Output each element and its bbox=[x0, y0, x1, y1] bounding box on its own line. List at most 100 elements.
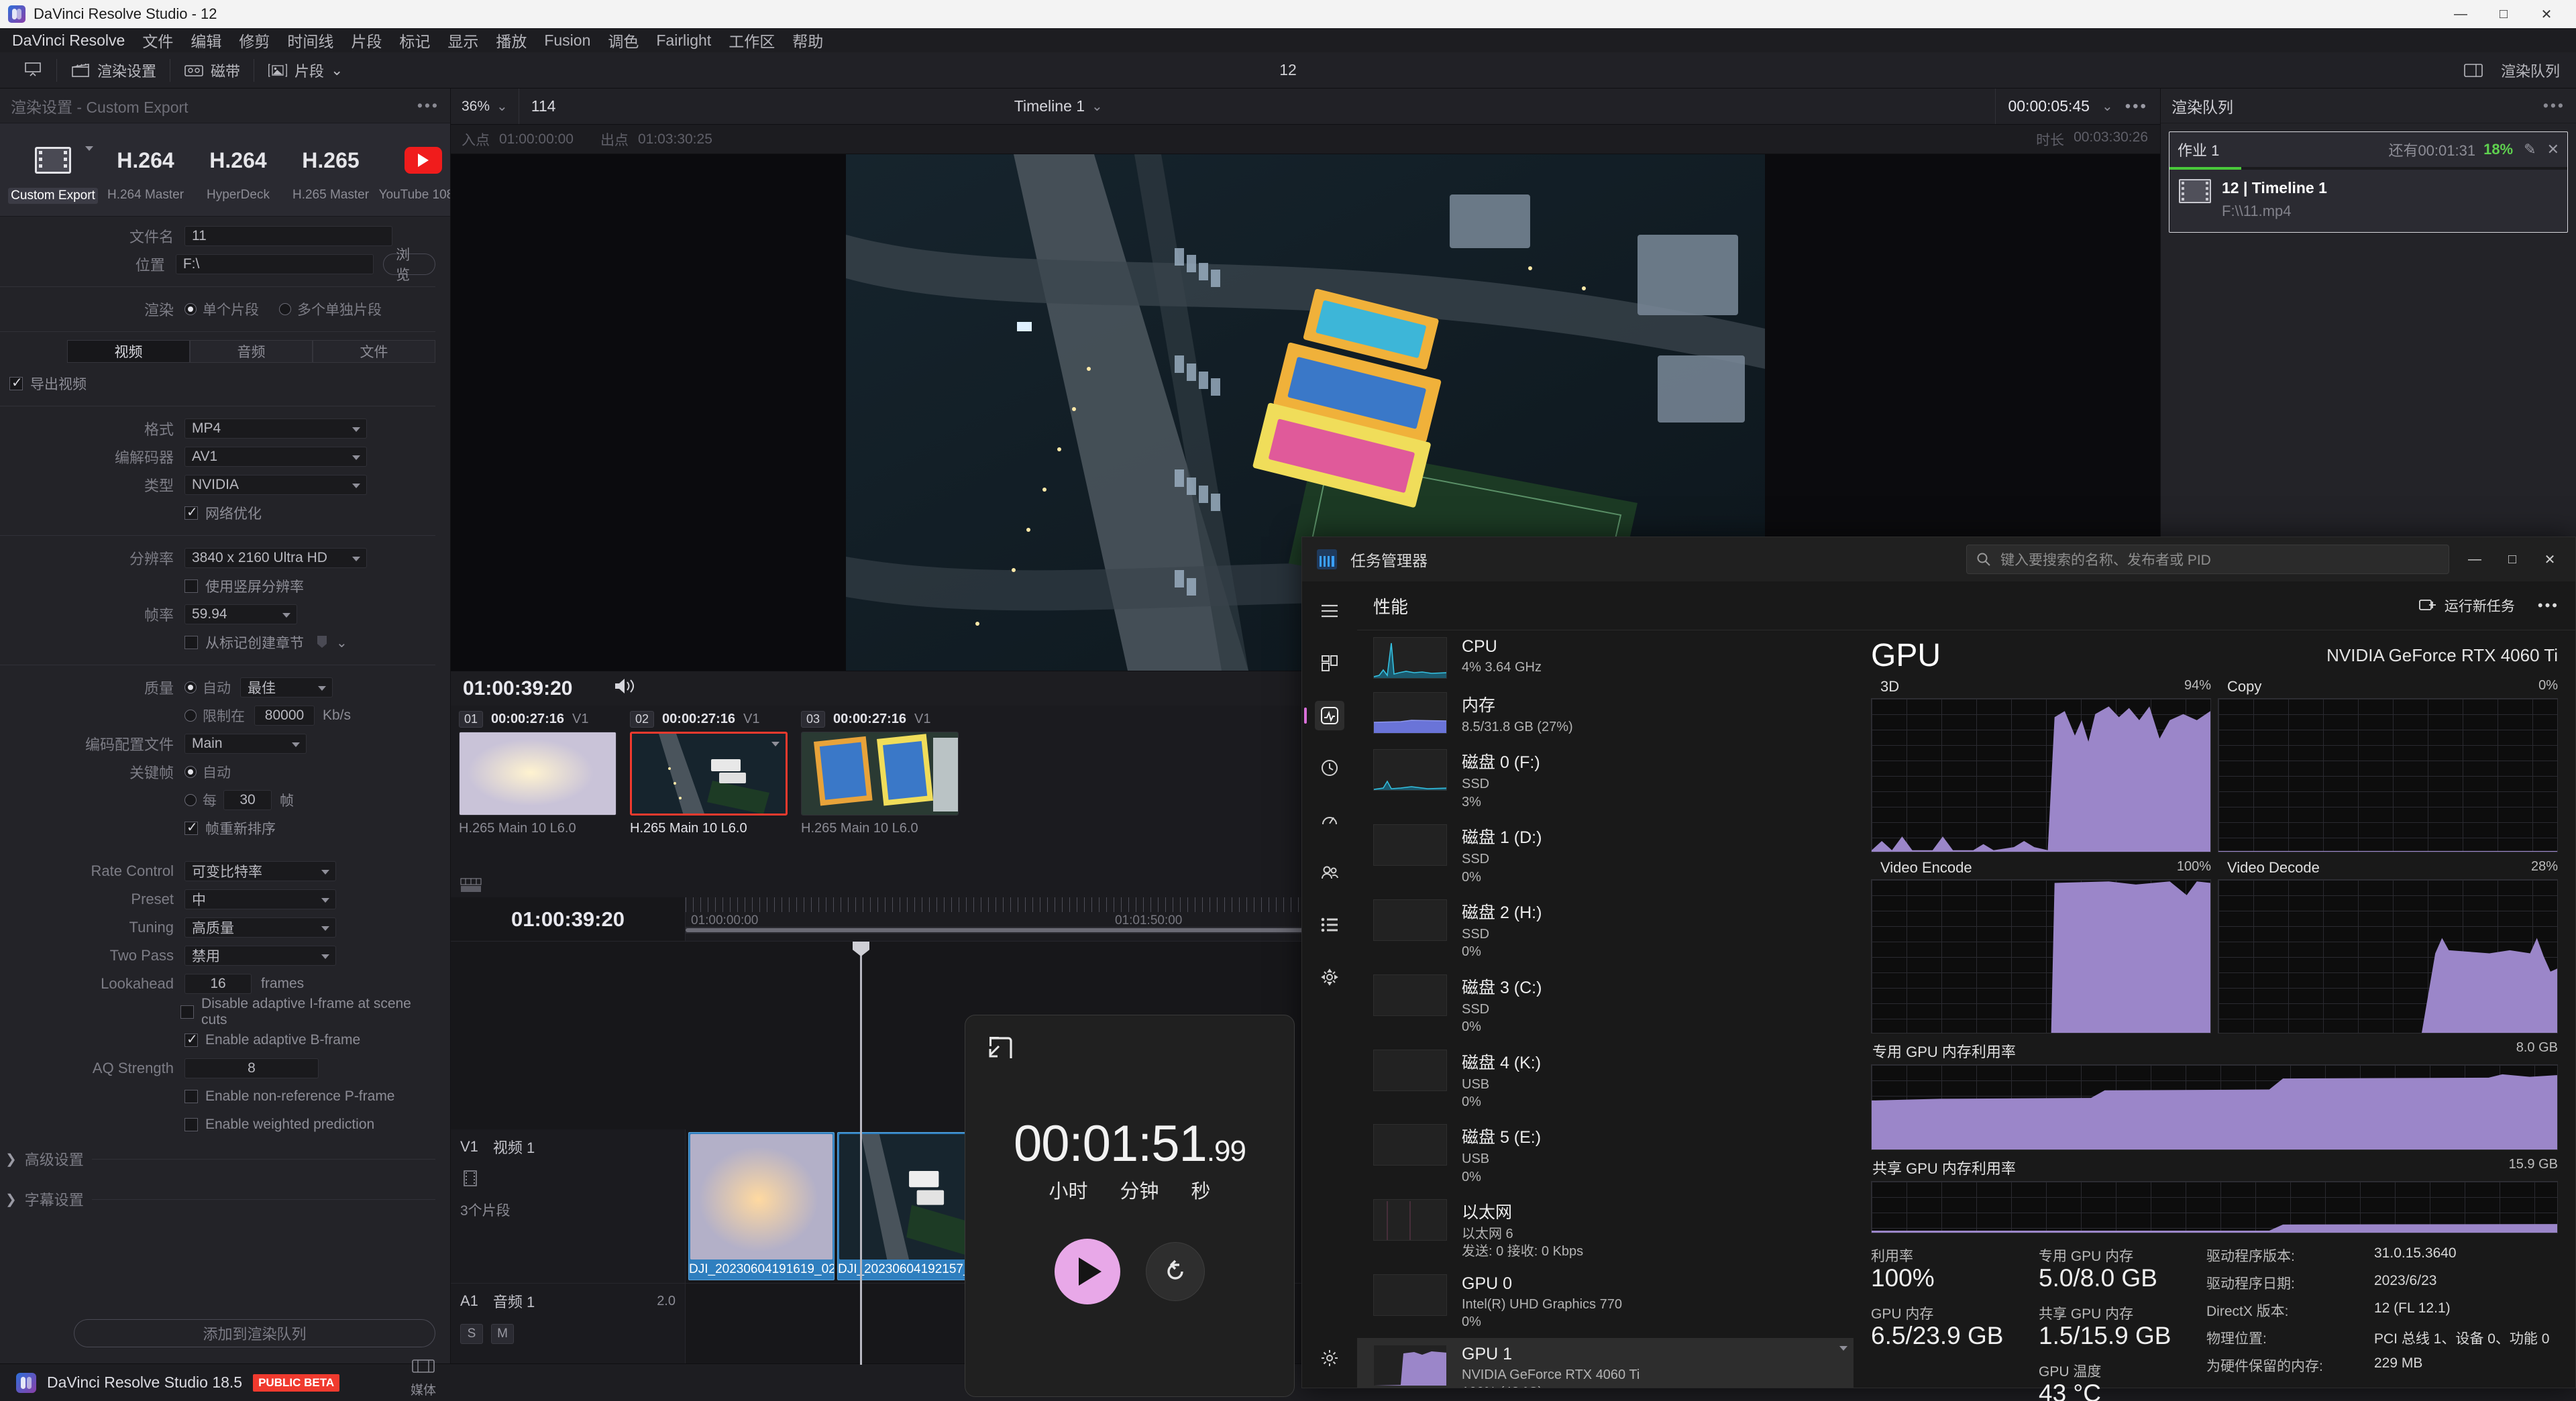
tape-button[interactable]: 磁带 bbox=[170, 52, 254, 88]
menu-item-file[interactable]: 文件 bbox=[142, 29, 173, 52]
two-pass-select[interactable]: 禁用 bbox=[184, 946, 336, 966]
timeline-clip[interactable]: DJI_20230604191619_02... bbox=[688, 1132, 835, 1280]
adaptive-bframe-checkbox[interactable] bbox=[184, 1031, 198, 1048]
render-queue-toggle-label[interactable]: 渲染队列 bbox=[2501, 60, 2560, 81]
settings-gear-icon[interactable] bbox=[1315, 1343, 1344, 1373]
menu-item-workspace[interactable]: 工作区 bbox=[729, 29, 775, 52]
quality-auto-select[interactable]: 最佳 bbox=[240, 677, 333, 697]
menu-item-fairlight[interactable]: Fairlight bbox=[656, 32, 711, 50]
disable-adaptive-iframe-checkbox[interactable] bbox=[180, 1005, 195, 1019]
close-button[interactable]: ✕ bbox=[2531, 544, 2569, 575]
bitrate-input[interactable]: 80000 bbox=[254, 706, 315, 726]
zoom-control[interactable]: 36% ⌄ bbox=[451, 89, 519, 124]
reset-button[interactable] bbox=[1146, 1242, 1205, 1301]
menu-item-timeline[interactable]: 时间线 bbox=[287, 29, 333, 52]
tab-audio[interactable]: 音频 bbox=[190, 340, 313, 363]
device-disk-2[interactable]: 磁盘 2 (H:) SSD 0% bbox=[1357, 893, 1854, 968]
advanced-settings-section[interactable]: ❯ 高级设置 bbox=[0, 1139, 450, 1179]
clip-thumbnail[interactable] bbox=[459, 732, 616, 816]
menu-item-trim[interactable]: 修剪 bbox=[239, 29, 270, 52]
stopwatch-widget[interactable]: 00:01:51.99 小时 分钟 秒 bbox=[965, 1015, 1295, 1397]
sidebar-item-users[interactable] bbox=[1315, 858, 1344, 887]
viewer-options-icon[interactable]: ••• bbox=[2125, 97, 2148, 116]
lookahead-input[interactable]: 16 bbox=[184, 974, 252, 994]
list-item[interactable]: 01 00:00:27:16 V1 H.265 Main 10 L6.0 bbox=[459, 711, 616, 873]
chevron-down-icon[interactable]: ⌄ bbox=[2102, 98, 2113, 115]
type-select[interactable]: NVIDIA bbox=[184, 475, 367, 495]
run-new-task-button[interactable]: 运行新任务 bbox=[2418, 596, 2515, 616]
keyframe-interval-input[interactable]: 30 bbox=[223, 790, 272, 810]
video-track-header[interactable]: V1 视频 1 3个片段 bbox=[451, 1129, 686, 1284]
render-settings-options-icon[interactable]: ••• bbox=[417, 97, 439, 115]
timeline-view-icon[interactable] bbox=[460, 878, 482, 893]
device-disk-0[interactable]: 磁盘 0 (F:) SSD 3% bbox=[1357, 742, 1854, 818]
render-queue-options-icon[interactable]: ••• bbox=[2543, 97, 2565, 115]
resolution-select[interactable]: 3840 x 2160 Ultra HD bbox=[184, 548, 367, 568]
rate-control-select[interactable]: 可变比特率 bbox=[184, 861, 336, 881]
menu-item-mark[interactable]: 标记 bbox=[399, 29, 430, 52]
device-disk-5[interactable]: 磁盘 5 (E:) USB 0% bbox=[1357, 1117, 1854, 1192]
device-gpu-0[interactable]: GPU 0 Intel(R) UHD Graphics 770 0% bbox=[1357, 1268, 1854, 1338]
profile-select[interactable]: Main bbox=[184, 734, 307, 754]
play-button[interactable] bbox=[1055, 1239, 1120, 1304]
maximize-button[interactable]: □ bbox=[2493, 544, 2531, 575]
device-disk-3[interactable]: 磁盘 3 (C:) SSD 0% bbox=[1357, 968, 1854, 1043]
subtitle-settings-section[interactable]: ❯ 字幕设置 bbox=[0, 1179, 450, 1219]
sidebar-item-startup-apps[interactable] bbox=[1315, 805, 1344, 835]
format-select[interactable]: MP4 bbox=[184, 418, 367, 439]
sidebar-item-app-history[interactable] bbox=[1315, 753, 1344, 783]
task-manager-more-icon[interactable]: ••• bbox=[2538, 597, 2559, 614]
network-optimization-checkbox[interactable] bbox=[184, 504, 198, 520]
encoder-preset-select[interactable]: 中 bbox=[184, 889, 336, 909]
framerate-select[interactable]: 59.94 bbox=[184, 604, 297, 624]
tuning-select[interactable]: 高质量 bbox=[184, 917, 336, 938]
close-button[interactable]: ✕ bbox=[2525, 0, 2568, 28]
hamburger-menu-icon[interactable] bbox=[1315, 596, 1344, 626]
monitor-toggle-button[interactable] bbox=[9, 52, 56, 88]
menu-item-fusion[interactable]: Fusion bbox=[544, 32, 590, 50]
render-individual-radio[interactable] bbox=[279, 303, 291, 315]
clip-mode-button[interactable]: 片段 ⌄ bbox=[254, 52, 356, 88]
preset-custom-export[interactable]: Custom Export bbox=[7, 138, 99, 204]
add-to-render-queue-button[interactable]: 添加到渲染队列 bbox=[74, 1319, 435, 1347]
browse-button[interactable]: 浏览 bbox=[383, 247, 435, 283]
vertical-resolution-checkbox[interactable] bbox=[184, 579, 198, 593]
minimize-button[interactable]: — bbox=[2456, 544, 2493, 575]
preset-h265-master[interactable]: H.265 H.265 Master bbox=[284, 138, 377, 204]
chapters-checkbox[interactable] bbox=[184, 636, 198, 649]
device-disk-4[interactable]: 磁盘 4 (K:) USB 0% bbox=[1357, 1043, 1854, 1118]
sidebar-item-services[interactable] bbox=[1315, 962, 1344, 992]
close-icon[interactable]: ✕ bbox=[2547, 141, 2559, 158]
task-manager-window[interactable]: 任务管理器 键入要搜索的名称、发布者或 PID — □ ✕ 性能 运行新任务 •… bbox=[1301, 537, 2576, 1401]
weighted-prediction-checkbox[interactable] bbox=[184, 1118, 198, 1131]
device-memory[interactable]: 内存 8.5/31.8 GB (27%) bbox=[1357, 685, 1854, 742]
location-input[interactable]: F:\ bbox=[175, 254, 374, 274]
expand-icon[interactable] bbox=[985, 1033, 1015, 1062]
quality-limit-radio[interactable] bbox=[184, 710, 197, 722]
chevron-down-icon[interactable]: ⌄ bbox=[336, 634, 347, 651]
list-item[interactable]: 03 00:00:27:16 V1 H.265 Main 10 L6.0 bbox=[801, 711, 959, 873]
sidebar-item-performance[interactable] bbox=[1304, 701, 1344, 730]
preset-hyperdeck[interactable]: H.264 HyperDeck bbox=[192, 138, 284, 204]
device-cpu[interactable]: CPU 4% 3.64 GHz bbox=[1357, 630, 1854, 685]
render-single-radio[interactable] bbox=[184, 303, 197, 315]
menu-item-playback[interactable]: 播放 bbox=[496, 29, 527, 52]
filename-input[interactable]: 11 bbox=[184, 226, 392, 246]
preset-youtube[interactable]: YouTube 1080p bbox=[377, 138, 450, 204]
timeline-selector[interactable]: Timeline 1 ⌄ bbox=[1014, 97, 1103, 115]
codec-select[interactable]: AV1 bbox=[184, 447, 367, 467]
export-video-checkbox[interactable] bbox=[9, 374, 23, 391]
keyframe-every-radio[interactable] bbox=[184, 794, 197, 806]
mute-button[interactable]: M bbox=[491, 1324, 514, 1344]
clip-thumbnail-selected[interactable] bbox=[630, 732, 788, 816]
menu-item-clip[interactable]: 片段 bbox=[351, 29, 382, 52]
tab-file[interactable]: 文件 bbox=[313, 340, 435, 363]
nonreference-pframe-checkbox[interactable] bbox=[184, 1090, 198, 1103]
solo-button[interactable]: S bbox=[460, 1324, 483, 1344]
render-settings-button[interactable]: 渲染设置 bbox=[57, 52, 170, 88]
menu-item-help[interactable]: 帮助 bbox=[792, 29, 823, 52]
device-disk-1[interactable]: 磁盘 1 (D:) SSD 0% bbox=[1357, 818, 1854, 893]
timeline-clip[interactable]: DJI_20230604192157_02... bbox=[837, 1132, 983, 1280]
sidebar-item-processes[interactable] bbox=[1315, 649, 1344, 678]
menu-item-edit[interactable]: 编辑 bbox=[191, 29, 221, 52]
